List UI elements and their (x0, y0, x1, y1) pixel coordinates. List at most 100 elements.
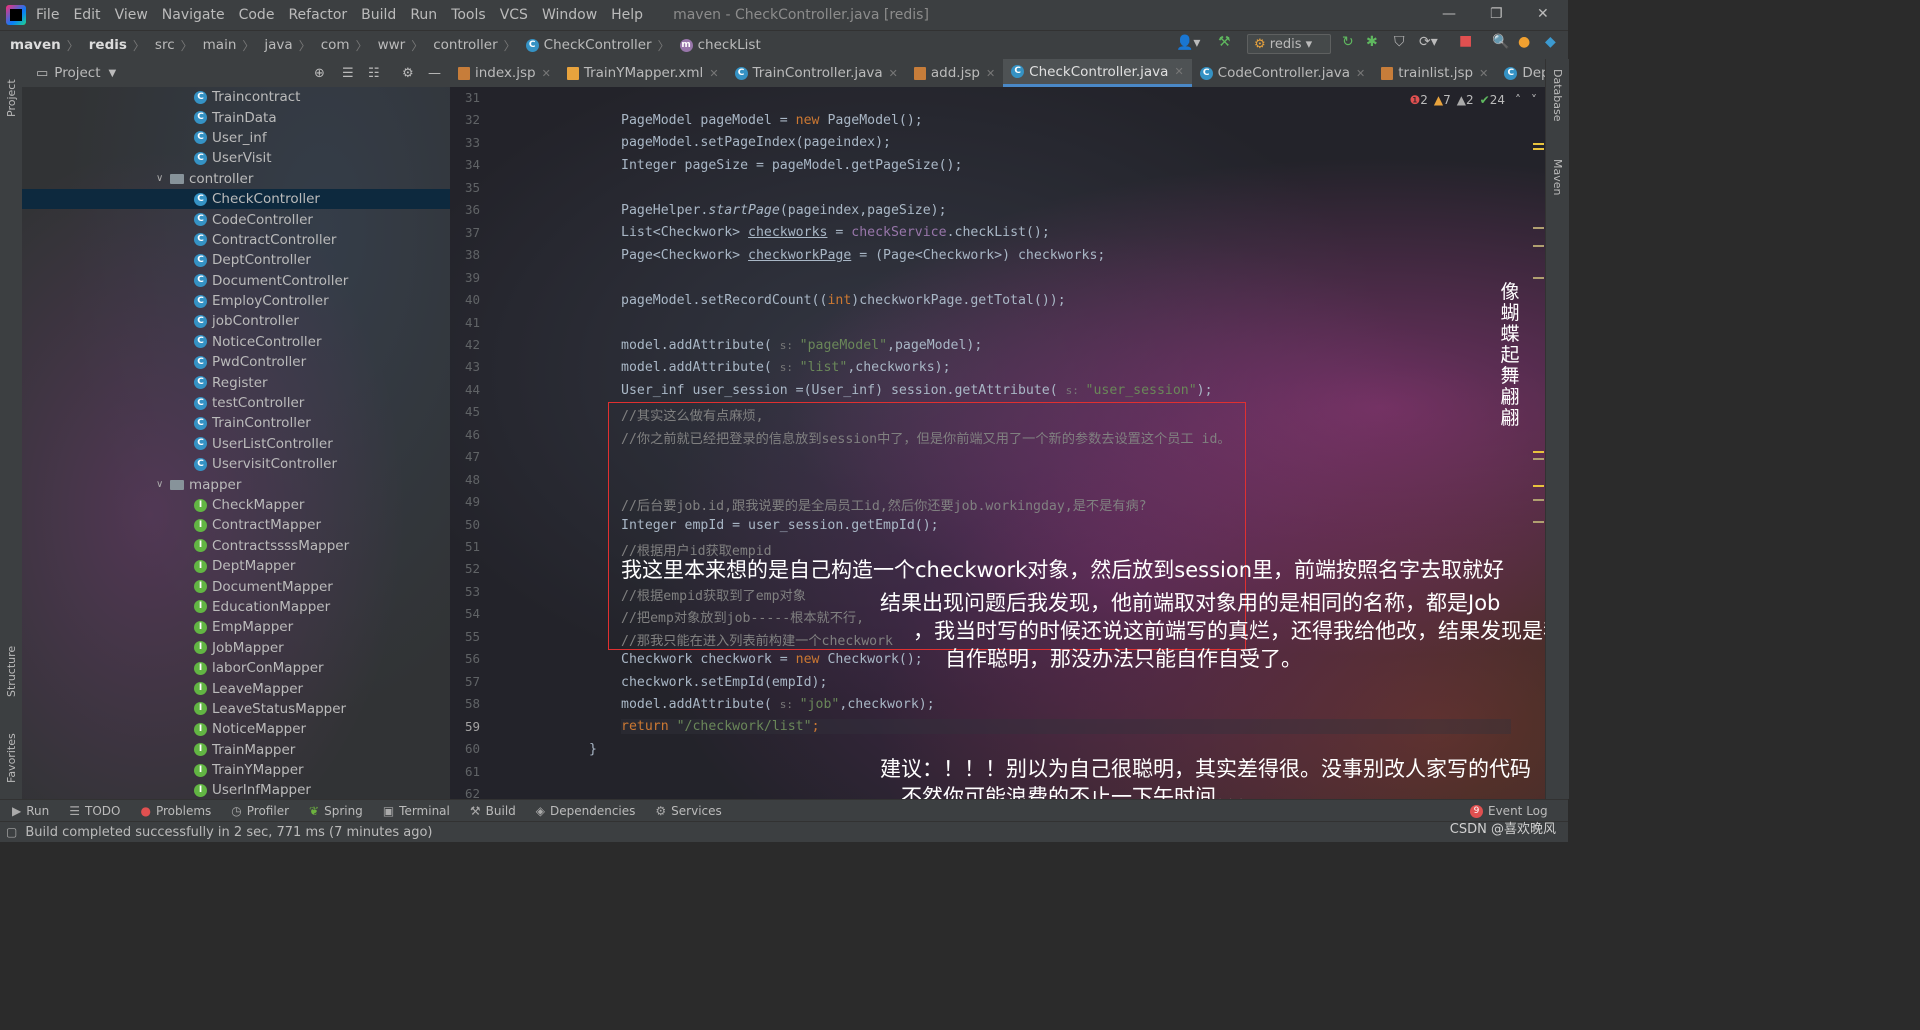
tree-item[interactable]: I UserInfMapper (22, 780, 450, 799)
expand-all-icon[interactable]: ☰ (342, 66, 354, 81)
project-view-select[interactable]: Project (54, 65, 100, 81)
menu-navigate[interactable]: Navigate (162, 7, 225, 23)
tree-item[interactable]: C CheckController (22, 188, 450, 210)
breadcrumb-item[interactable]: m checkList (679, 37, 761, 53)
run-tool-button[interactable]: ▶ Run (12, 804, 49, 818)
tree-item[interactable]: C DocumentController (22, 271, 450, 291)
close-tab-icon[interactable]: ✕ (542, 67, 551, 80)
tree-item[interactable]: I TrainYMapper (22, 760, 450, 780)
menu-view[interactable]: View (115, 7, 148, 23)
tree-item[interactable]: C Register (22, 372, 450, 392)
coverage-icon[interactable]: ⛉ (1394, 34, 1405, 50)
tree-item[interactable]: I TrainMapper (22, 740, 450, 760)
close-tab-icon[interactable]: ✕ (1479, 67, 1488, 80)
tree-item[interactable]: C PwdController (22, 352, 450, 372)
tree-item[interactable]: I JobMapper (22, 638, 450, 658)
tree-folder[interactable]: ∨ mapper (22, 474, 450, 494)
run-config-select[interactable]: ⚙ redis ▾ (1247, 34, 1331, 54)
minimize-icon[interactable]: — (1442, 6, 1456, 22)
breadcrumb-item[interactable]: maven 〉 (10, 37, 79, 54)
tree-item[interactable]: C Traincontract (22, 87, 450, 107)
tree-item[interactable]: C User_inf (22, 128, 450, 148)
menu-refactor[interactable]: Refactor (288, 7, 347, 23)
tree-item[interactable]: I EmpMapper (22, 617, 450, 637)
dependencies-tool-button[interactable]: ◈ Dependencies (536, 804, 636, 818)
debug-icon[interactable]: ✱ (1366, 34, 1378, 50)
spring-tool-button[interactable]: ❦ Spring (309, 804, 363, 818)
terminal-tool-button[interactable]: ▣ Terminal (383, 804, 450, 818)
expand-arrow-icon[interactable]: ∨ (156, 173, 170, 184)
project-tool-tab[interactable]: Project (5, 67, 18, 117)
tree-item[interactable]: I NoticeMapper (22, 719, 450, 739)
editor-tab[interactable]: C CheckController.java ✕ (1003, 59, 1192, 87)
close-icon[interactable]: ✕ (1537, 6, 1549, 22)
problems-tool-button[interactable]: ● Problems (140, 804, 211, 818)
rerun-icon[interactable]: ↻ (1342, 34, 1354, 50)
editor-tab[interactable]: C DeptCon (1496, 59, 1545, 87)
tree-item[interactable]: I DocumentMapper (22, 576, 450, 596)
tree-item[interactable]: IlaborConMapper (22, 658, 450, 678)
chevron-down-icon[interactable]: ▼ (109, 68, 117, 79)
tree-item[interactable]: C DeptController (22, 250, 450, 270)
breadcrumb-item[interactable]: src 〉 (155, 37, 193, 54)
menu-edit[interactable]: Edit (73, 7, 100, 23)
gear-icon[interactable]: ⚙ (402, 66, 414, 81)
tree-item[interactable]: I LeaveMapper (22, 678, 450, 698)
structure-tool-tab[interactable]: Structure (5, 637, 18, 697)
stop-icon[interactable]: ■ (1459, 33, 1472, 49)
tree-item[interactable]: C CodeController (22, 209, 450, 229)
close-tab-icon[interactable]: ✕ (889, 67, 898, 80)
tree-item[interactable]: CtestController (22, 393, 450, 413)
menu-file[interactable]: File (36, 7, 59, 23)
tree-item[interactable]: C NoticeController (22, 332, 450, 352)
menu-vcs[interactable]: VCS (500, 7, 528, 23)
user-icon[interactable]: 👤▾ (1176, 35, 1200, 51)
editor-tab[interactable]: add.jsp ✕ (906, 59, 1003, 87)
editor-tab[interactable]: C TrainController.java ✕ (727, 59, 906, 87)
tree-folder[interactable]: ∨ controller (22, 169, 450, 189)
editor-tab[interactable]: TrainYMapper.xml ✕ (559, 59, 727, 87)
menu-code[interactable]: Code (239, 7, 275, 23)
tree-item[interactable]: I LeaveStatusMapper (22, 699, 450, 719)
breadcrumb-item[interactable]: controller 〉 (433, 37, 515, 54)
menu-build[interactable]: Build (361, 7, 396, 23)
build-tool-button[interactable]: ⚒ Build (470, 804, 516, 818)
close-tab-icon[interactable]: ✕ (986, 67, 995, 80)
tree-item[interactable]: C TrainData (22, 107, 450, 127)
tree-item[interactable]: C EmployController (22, 291, 450, 311)
update-icon[interactable]: ● (1518, 34, 1530, 50)
profiler-tool-button[interactable]: ◷ Profiler (231, 804, 289, 818)
tree-item[interactable]: C UservisitController (22, 454, 450, 474)
breadcrumb-item[interactable]: C CheckController 〉 (525, 37, 670, 54)
tree-item[interactable]: C ContractController (22, 230, 450, 250)
event-log-button[interactable]: 9 Event Log (1470, 804, 1548, 818)
tree-item[interactable]: I ContractMapper (22, 515, 450, 535)
menu-run[interactable]: Run (410, 7, 437, 23)
locate-icon[interactable]: ⊕ (314, 66, 325, 81)
database-tool-tab[interactable]: Database (1551, 69, 1564, 139)
close-tab-icon[interactable]: ✕ (1174, 65, 1183, 78)
favorites-tool-tab[interactable]: Favorites (5, 723, 18, 783)
tree-item[interactable]: I EducationMapper (22, 597, 450, 617)
tree-item[interactable]: I ContractssssMapper (22, 536, 450, 556)
inspection-widget[interactable]: ❶2 ▲ 7 ▲ 2 ✔ 24 ˄ ˅ (1410, 87, 1546, 113)
hammer-icon[interactable]: ⚒ (1218, 34, 1231, 50)
plugin-icon[interactable]: ◆ (1545, 34, 1556, 50)
tree-item[interactable]: I DeptMapper (22, 556, 450, 576)
tree-item[interactable]: C UserListController (22, 434, 450, 454)
search-icon[interactable]: 🔍 (1492, 34, 1509, 50)
tree-item[interactable]: CjobController (22, 311, 450, 331)
breadcrumb-item[interactable]: redis 〉 (89, 37, 145, 54)
editor-tab[interactable]: trainlist.jsp ✕ (1373, 59, 1496, 87)
expand-arrow-icon[interactable]: ∨ (156, 479, 170, 490)
breadcrumb-item[interactable]: main 〉 (203, 37, 255, 54)
collapse-all-icon[interactable]: ☷ (368, 66, 380, 81)
profiler-icon[interactable]: ⟳▾ (1419, 34, 1438, 50)
editor-tab[interactable]: index.jsp ✕ (450, 59, 559, 87)
tree-item[interactable]: C TrainController (22, 413, 450, 433)
breadcrumb-item[interactable]: java 〉 (264, 37, 310, 54)
chevron-up-icon[interactable]: ˄ (1515, 93, 1521, 107)
editor-tab[interactable]: C CodeController.java ✕ (1192, 59, 1374, 87)
maven-tool-tab[interactable]: Maven (1551, 159, 1564, 209)
tree-item[interactable]: C UserVisit (22, 148, 450, 168)
